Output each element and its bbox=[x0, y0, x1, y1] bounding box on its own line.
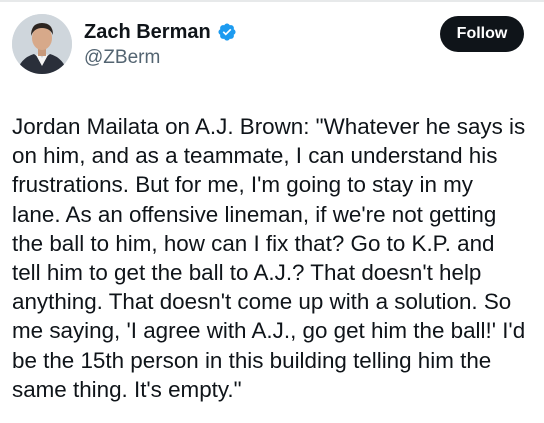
follow-button[interactable]: Follow bbox=[440, 16, 524, 52]
author-handle[interactable]: @ZBerm bbox=[84, 46, 160, 70]
tweet-text-line: tell him to get the ball to A.J.? That d… bbox=[12, 260, 482, 286]
tweet-text: Jordan Mailata on A.J. Brown: "Whatever … bbox=[12, 112, 540, 404]
tweet-text-line: on him, and as a teammate, I can underst… bbox=[12, 143, 498, 169]
tweet-text-line: Jordan Mailata on A.J. Brown: "Whatever … bbox=[12, 114, 526, 139]
verified-badge-icon bbox=[218, 23, 236, 41]
tweet-text-line: the ball to him, how can I fix that? Go … bbox=[12, 230, 495, 256]
tweet-text-line: me saying, 'I agree with A.J., go get hi… bbox=[12, 318, 526, 344]
author-display-name[interactable]: Zach Berman bbox=[84, 20, 211, 44]
top-divider bbox=[0, 0, 544, 2]
avatar[interactable] bbox=[12, 14, 72, 74]
author-name-row: Zach Berman bbox=[84, 20, 237, 44]
profile-photo bbox=[12, 14, 72, 74]
tweet-text-line: be the 15th person in this building tell… bbox=[12, 347, 492, 373]
tweet-text-line: lane. As an offensive lineman, if we're … bbox=[12, 201, 497, 227]
tweet-text-line: frustrations. But for me, I'm going to s… bbox=[12, 172, 473, 198]
tweet-card: Zach Berman @ZBerm Follow Jordan Mailata… bbox=[0, 0, 544, 423]
tweet-text-line: anything. That doesn't come up with a so… bbox=[12, 289, 512, 315]
tweet-text-line: same thing. It's empty." bbox=[12, 376, 242, 402]
